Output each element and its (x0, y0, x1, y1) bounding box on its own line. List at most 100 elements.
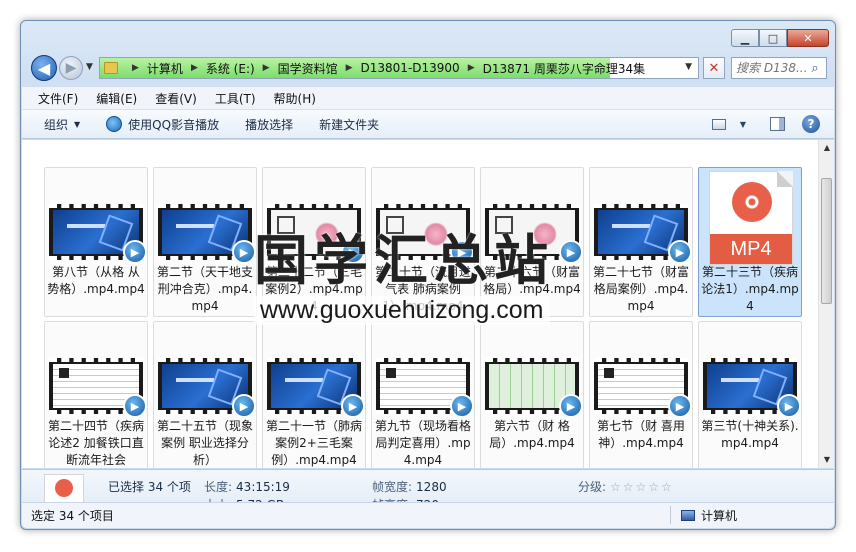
menu-bar: 文件(F) 编辑(E) 查看(V) 工具(T) 帮助(H) (22, 87, 834, 109)
play-with-qq-label: 使用QQ影音播放 (128, 117, 220, 132)
organize-label: 组织 (44, 117, 69, 132)
search-input[interactable] (732, 61, 806, 75)
breadcrumb-separator-icon[interactable]: ▶ (468, 63, 475, 73)
video-thumbnail: ▶ (267, 358, 365, 418)
breadcrumb-item[interactable]: ▶ 国学资料馆 (255, 60, 338, 77)
breadcrumb-item[interactable]: ▶ D13801-D13900 (338, 61, 460, 75)
file-item[interactable]: ▶ 第二十五节（现象案例 职业选择分析） (153, 321, 257, 468)
qq-player-icon: ▶ (341, 394, 365, 418)
menu-file[interactable]: 文件(F) (38, 90, 78, 107)
video-thumbnail: ▶ (158, 204, 256, 264)
file-name: 第二节（天干地支刑冲合克）.mp4.mp4 (156, 265, 253, 313)
minimize-button[interactable]: ▁ (731, 29, 759, 47)
menu-edit[interactable]: 编辑(E) (96, 90, 137, 107)
play-selection-button[interactable]: 播放选择 (245, 116, 293, 133)
video-thumbnail: ▶ (703, 358, 801, 418)
qq-player-icon: ▶ (668, 394, 692, 418)
qq-player-icon: ▶ (232, 240, 256, 264)
scroll-down-icon[interactable]: ▼ (819, 452, 834, 468)
file-name: 第二十七节（财富格局案例）.mp4.mp4 (592, 265, 689, 313)
frame-width-value: 1280 (416, 480, 447, 494)
file-name: 第二十四节（疾病论述2 加餐铁口直断流年社会 (47, 419, 144, 467)
mp4-badge: MP4 (710, 234, 792, 264)
file-name: 第七节（财 喜用神）.mp4.mp4 (597, 419, 685, 450)
selection-count: 已选择 34 个项 (108, 480, 191, 494)
file-item[interactable]: ▶ 第二节（天干地支刑冲合克）.mp4.mp4 (153, 167, 257, 317)
folder-icon (104, 62, 118, 74)
chevron-down-icon: ▼ (74, 119, 81, 129)
file-item[interactable]: ▶ 第七节（财 喜用神）.mp4.mp4 (589, 321, 693, 468)
maximize-button[interactable]: □ (759, 29, 787, 47)
qq-player-icon: ▶ (450, 394, 474, 418)
status-location-label: 计算机 (701, 509, 738, 523)
breadcrumb-item[interactable]: ▶ 计算机 (124, 60, 183, 77)
forward-button[interactable]: ▶ (59, 56, 83, 80)
search-icon[interactable]: ⌕ (806, 61, 824, 76)
file-item[interactable]: ▶ 第八节（从格 从势格）.mp4.mp4 (44, 167, 148, 317)
file-item[interactable]: ▶ 第六节（财 格局）.mp4.mp4 (480, 321, 584, 468)
command-bar: 组织 ▼ 使用QQ影音播放 播放选择 新建文件夹 ▼ ? (22, 109, 834, 139)
new-folder-button[interactable]: 新建文件夹 (319, 116, 379, 133)
breadcrumb-separator-icon[interactable]: ▶ (132, 63, 139, 73)
breadcrumb-item[interactable]: ▶ 系统 (E:) (183, 60, 255, 77)
stop-loading-button[interactable]: ✕ (703, 57, 725, 79)
file-item[interactable]: ▶ 第二十七节（财富格局案例）.mp4.mp4 (589, 167, 693, 317)
file-item[interactable]: ▶ 第三节(十神关系).mp4.mp4 (698, 321, 802, 468)
file-name: 第九节（现场看格局判定喜用）.mp4.mp4 (374, 419, 471, 467)
video-thumbnail: ▶ (49, 358, 147, 418)
search-box[interactable]: ⌕ (731, 57, 827, 79)
status-location: 计算机 (681, 507, 737, 524)
breadcrumb-label: 计算机 (146, 61, 183, 76)
breadcrumb-item[interactable]: ▶ D13871 周栗莎八字命理34集 (460, 60, 645, 77)
help-button[interactable]: ? (800, 114, 822, 134)
qq-player-icon: ▶ (559, 240, 583, 264)
organize-button[interactable]: 组织 ▼ (44, 116, 80, 133)
file-item[interactable]: ▶ 第九节（现场看格局判定喜用）.mp4.mp4 (371, 321, 475, 468)
breadcrumb-label: 国学资料馆 (277, 61, 338, 76)
scroll-up-icon[interactable]: ▲ (819, 140, 834, 156)
address-bar[interactable]: ▶ 计算机 ▶ 系统 (E:) ▶ 国学资料馆 ▶ D13801-D13900 ▶ D13871 … (99, 57, 699, 79)
breadcrumb-label: 系统 (E:) (205, 61, 255, 76)
status-selection-text: 选定 34 个项目 (31, 509, 114, 523)
file-item[interactable]: MP4 第二十三节（疾病论法1）.mp4.mp4 (698, 167, 802, 317)
address-dropdown-icon[interactable]: ▼ (685, 62, 692, 72)
chevron-down-icon: ▼ (739, 119, 747, 129)
file-item[interactable]: ▶ 第二十四节（疾病论述2 加餐铁口直断流年社会 (44, 321, 148, 468)
file-name: 第二十三节（疾病论法1）.mp4.mp4 (701, 265, 799, 313)
rating-stars[interactable]: ☆☆☆☆☆ (610, 480, 674, 494)
length-key: 长度: (204, 480, 233, 494)
file-item[interactable]: ▶ 第二十一节（肺病案例2+三毛案例）.mp4.mp4 (262, 321, 366, 468)
close-button[interactable]: ✕ (787, 29, 829, 47)
preview-pane-button[interactable] (766, 114, 788, 134)
change-view-button[interactable] (708, 114, 730, 134)
caption-buttons: ▁ □ ✕ (731, 29, 829, 49)
play-with-qq-button[interactable]: 使用QQ影音播放 (106, 116, 219, 133)
qq-player-icon: ▶ (123, 240, 147, 264)
video-thumbnail: ▶ (376, 358, 474, 418)
menu-help[interactable]: 帮助(H) (274, 90, 316, 107)
qq-player-icon: ▶ (559, 394, 583, 418)
menu-view[interactable]: 查看(V) (155, 90, 197, 107)
breadcrumb-separator-icon[interactable]: ▶ (346, 63, 353, 73)
help-icon: ? (802, 115, 820, 133)
scrollbar-thumb[interactable] (821, 178, 832, 304)
new-folder-label: 新建文件夹 (319, 117, 380, 132)
menu-tools[interactable]: 工具(T) (215, 90, 256, 107)
qq-player-icon: ▶ (232, 394, 256, 418)
play-selection-label: 播放选择 (245, 117, 294, 132)
computer-icon (681, 510, 695, 521)
view-options-button[interactable]: ▼ (732, 114, 754, 134)
breadcrumb-separator-icon[interactable]: ▶ (191, 63, 198, 73)
video-thumbnail: ▶ (594, 358, 692, 418)
watermark-title: 国学汇总站 (254, 229, 554, 292)
frame-width-field: 帧宽度: 1280 (372, 478, 447, 495)
recent-pages-button[interactable]: ▼ (86, 62, 93, 72)
video-thumbnail: ▶ (485, 358, 583, 418)
vertical-scrollbar[interactable]: ▲ ▼ (818, 140, 834, 468)
qq-player-icon: ▶ (668, 240, 692, 264)
length-field: 长度: 43:15:19 (204, 478, 290, 495)
back-button[interactable]: ◀ (31, 55, 57, 81)
video-thumbnail: ▶ (49, 204, 147, 264)
rating-key: 分级: (578, 480, 607, 494)
breadcrumb-separator-icon[interactable]: ▶ (263, 63, 270, 73)
